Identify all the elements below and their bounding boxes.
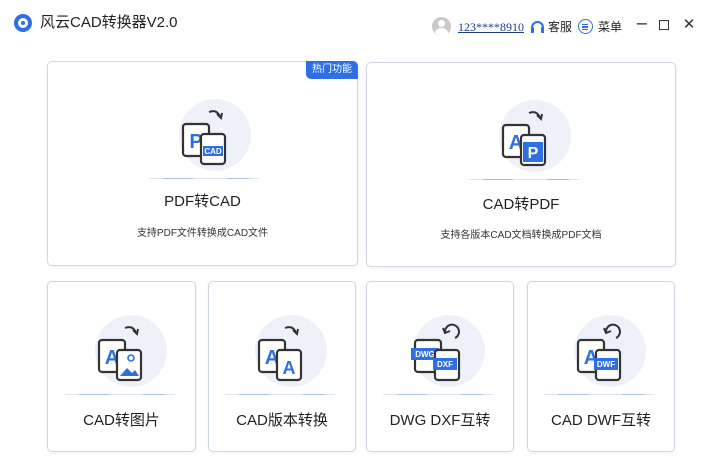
icon-tag: CAD bbox=[204, 147, 222, 156]
card-title: CAD转图片 bbox=[83, 412, 160, 429]
user-avatar-icon[interactable] bbox=[432, 17, 451, 36]
icon-letter: DWG bbox=[415, 350, 435, 359]
card-description: 支持各版本CAD文档转换成PDF文档 bbox=[440, 230, 602, 241]
cad-version-convert-icon: A A bbox=[225, 310, 335, 400]
card-title: CAD转PDF bbox=[482, 196, 560, 213]
card-cad-dwf-convert[interactable]: A DWF CAD DWF互转 bbox=[527, 281, 675, 452]
customer-service-button[interactable]: 客服 bbox=[548, 20, 572, 34]
card-title: DWG DXF互转 bbox=[389, 412, 491, 429]
icon-tag: A bbox=[283, 358, 296, 378]
username-link[interactable]: 123****8910 bbox=[458, 20, 524, 34]
title-bar: 风云CAD转换器V2.0 123****8910 客服 菜单 − ✕ bbox=[0, 0, 710, 44]
menu-icon[interactable] bbox=[578, 19, 593, 34]
card-cad-to-pdf[interactable]: A P CAD转PDF 支持各版本CAD文档转换成PDF文档 bbox=[366, 62, 676, 267]
card-title: PDF转CAD bbox=[164, 193, 241, 210]
cad-dwf-convert-icon: A DWF bbox=[544, 310, 654, 400]
card-pdf-to-cad[interactable]: 热门功能 P CAD PDF转CAD 支持PDF文件转换成CAD文件 bbox=[47, 61, 358, 266]
minimize-button[interactable]: − bbox=[633, 15, 651, 33]
headset-icon[interactable] bbox=[531, 21, 544, 33]
app-logo-icon bbox=[14, 14, 32, 32]
card-cad-version-convert[interactable]: A A CAD版本转换 bbox=[208, 281, 356, 452]
card-title: CAD版本转换 bbox=[236, 412, 328, 429]
card-dwg-dxf-convert[interactable]: DWG DXF DWG DXF互转 bbox=[366, 281, 514, 452]
maximize-button[interactable] bbox=[655, 15, 673, 33]
close-button[interactable]: ✕ bbox=[680, 15, 698, 33]
cad-to-image-icon: A bbox=[65, 310, 175, 400]
card-title: CAD DWF互转 bbox=[551, 412, 651, 429]
menu-button[interactable]: 菜单 bbox=[598, 20, 622, 34]
icon-tag: DWF bbox=[597, 360, 615, 369]
hot-feature-badge: 热门功能 bbox=[306, 61, 358, 79]
app-title: 风云CAD转换器V2.0 bbox=[40, 14, 178, 31]
icon-tag: P bbox=[528, 145, 539, 162]
icon-tag: DXF bbox=[437, 360, 453, 369]
dwg-dxf-convert-icon: DWG DXF bbox=[383, 310, 493, 400]
card-description: 支持PDF文件转换成CAD文件 bbox=[136, 228, 269, 239]
cad-to-pdf-icon: A P bbox=[469, 95, 579, 185]
card-cad-to-image[interactable]: A CAD转图片 bbox=[47, 281, 196, 452]
pdf-to-cad-icon: P CAD bbox=[149, 94, 259, 184]
